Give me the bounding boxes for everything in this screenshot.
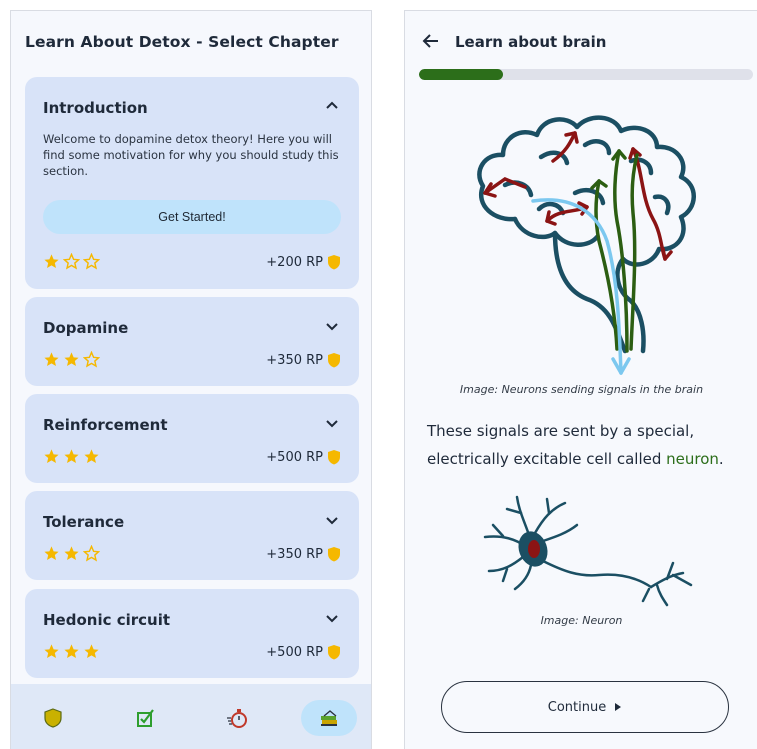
- lesson-screen: Learn about brain Image: Neurons sending…: [404, 10, 757, 749]
- reward-text: +500 RP: [266, 644, 323, 660]
- page-title: Learn About Detox - Select Chapter: [25, 33, 339, 51]
- star-filled-icon: [64, 644, 79, 659]
- star-filled-icon: [84, 644, 99, 659]
- chapter-title: Dopamine: [43, 319, 129, 337]
- bottom-navigation: [11, 684, 371, 749]
- chapter-title: Tolerance: [43, 513, 125, 531]
- reward-points: +200 RP: [266, 254, 341, 270]
- shield-icon: [44, 708, 62, 728]
- chapter-title: Introduction: [43, 99, 148, 117]
- nav-learn[interactable]: [301, 700, 357, 736]
- nav-shield[interactable]: [25, 700, 81, 736]
- checkbox-icon: [137, 709, 154, 727]
- star-rating: [43, 448, 100, 465]
- back-arrow-icon[interactable]: [421, 31, 441, 51]
- reward-text: +350 RP: [266, 352, 323, 368]
- continue-button[interactable]: Continue: [441, 681, 729, 733]
- reward-points: +350 RP: [266, 352, 341, 368]
- chevron-up-icon[interactable]: [325, 99, 339, 113]
- chapter-card-introduction[interactable]: Introduction Welcome to dopamine detox t…: [25, 77, 359, 289]
- star-filled-icon: [44, 352, 59, 367]
- chevron-down-icon[interactable]: [325, 319, 339, 333]
- nav-timer[interactable]: [209, 700, 265, 736]
- lesson-progress-bar: [419, 69, 753, 80]
- chapter-card-hedonic-circuit[interactable]: Hedonic circuit +500 RP: [25, 589, 359, 678]
- star-filled-icon: [64, 449, 79, 464]
- star-rating: [43, 351, 100, 368]
- star-filled-icon: [44, 546, 59, 561]
- shield-icon: [328, 547, 340, 562]
- star-filled-icon: [44, 644, 59, 659]
- chevron-down-icon[interactable]: [325, 416, 339, 430]
- lesson-text: These signals are sent by a special, ele…: [427, 422, 695, 468]
- chapter-select-screen: Learn About Detox - Select Chapter Intro…: [10, 10, 372, 749]
- shield-icon: [328, 255, 340, 270]
- play-arrow-icon: [615, 703, 622, 711]
- reward-text: +500 RP: [266, 449, 323, 465]
- star-outline-icon: [63, 253, 80, 270]
- neuron-illustration: [483, 495, 693, 607]
- brain-illustration: [477, 115, 696, 375]
- progress-fill: [419, 69, 503, 80]
- get-started-button[interactable]: Get Started!: [43, 200, 341, 234]
- star-filled-icon: [44, 449, 59, 464]
- reward-points: +500 RP: [266, 644, 341, 660]
- star-outline-icon: [83, 545, 100, 562]
- lesson-paragraph: These signals are sent by a special, ele…: [427, 417, 747, 473]
- chevron-down-icon[interactable]: [325, 611, 339, 625]
- neuron-caption: Image: Neuron: [540, 614, 623, 627]
- star-rating: [43, 545, 100, 562]
- chapter-card-tolerance[interactable]: Tolerance +350 RP: [25, 491, 359, 580]
- brain-caption: Image: Neurons sending signals in the br…: [459, 383, 704, 396]
- star-outline-icon: [83, 253, 100, 270]
- stopwatch-icon: [227, 709, 247, 728]
- chapter-card-reinforcement[interactable]: Reinforcement +500 RP: [25, 394, 359, 483]
- star-rating: [43, 253, 100, 270]
- star-filled-icon: [64, 352, 79, 367]
- chapter-card-dopamine[interactable]: Dopamine +350 RP: [25, 297, 359, 386]
- reward-text: +200 RP: [266, 254, 323, 270]
- nav-tasks[interactable]: [117, 700, 173, 736]
- lesson-text-end: .: [718, 450, 724, 468]
- chevron-down-icon[interactable]: [325, 513, 339, 527]
- learn-icon: [321, 710, 337, 726]
- reward-text: +350 RP: [266, 546, 323, 562]
- reward-points: +500 RP: [266, 449, 341, 465]
- reward-points: +350 RP: [266, 546, 341, 562]
- chapter-title: Hedonic circuit: [43, 611, 171, 629]
- star-outline-icon: [83, 351, 100, 368]
- star-filled-icon: [84, 449, 99, 464]
- star-filled-icon: [44, 254, 59, 269]
- chapter-title: Reinforcement: [43, 416, 168, 434]
- shield-icon: [328, 450, 340, 465]
- chapter-description: Welcome to dopamine detox theory! Here y…: [43, 132, 339, 178]
- shield-icon: [328, 645, 340, 660]
- highlight-term: neuron: [666, 450, 719, 468]
- lesson-title: Learn about brain: [455, 33, 607, 51]
- star-filled-icon: [64, 546, 79, 561]
- shield-icon: [328, 353, 340, 368]
- star-rating: [43, 643, 100, 660]
- continue-label: Continue: [547, 699, 607, 715]
